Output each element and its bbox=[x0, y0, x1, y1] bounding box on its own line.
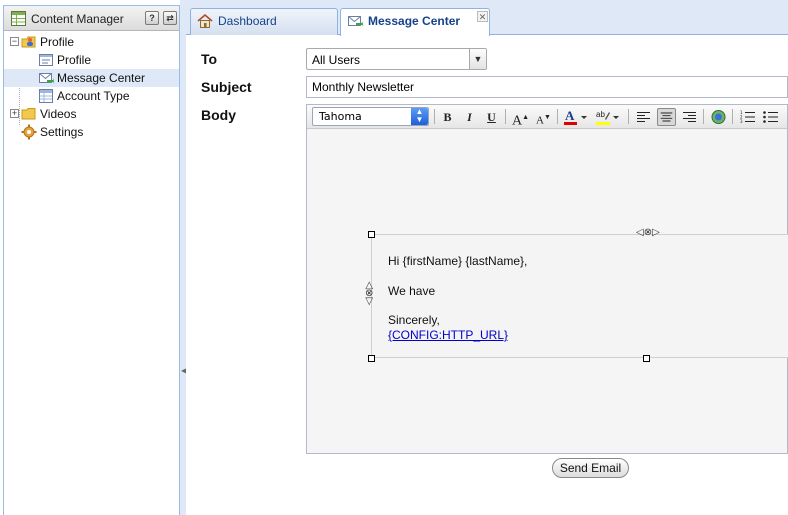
ordered-list-icon[interactable]: 123 bbox=[738, 108, 757, 126]
increase-font-button[interactable]: A▲ bbox=[511, 108, 530, 129]
closing-line: Sincerely, bbox=[388, 313, 440, 327]
tree-item-account-type[interactable]: Account Type bbox=[4, 87, 179, 105]
font-family-value: Tahoma bbox=[319, 110, 362, 123]
tab-strip: Dashboard Message Center ✕ bbox=[186, 0, 788, 36]
expand-toggle-icon[interactable]: + bbox=[10, 109, 19, 118]
send-email-button[interactable]: Send Email bbox=[552, 458, 629, 478]
tree-item-videos[interactable]: + Videos bbox=[4, 105, 179, 123]
html-editor: Tahoma ▲ ▼ B I U A▲ A▼ A ab 1 2 3 Hi {fi… bbox=[306, 104, 788, 454]
svg-text:ab: ab bbox=[596, 110, 605, 119]
resize-handle-bottom[interactable] bbox=[643, 355, 650, 362]
message-form: To All Users ▼ Subject Body Tahoma ▲▼ B … bbox=[186, 36, 788, 515]
toolbar-separator bbox=[434, 109, 435, 124]
gear-icon bbox=[21, 124, 37, 140]
help-button[interactable]: ? bbox=[145, 11, 159, 25]
row-move-icon[interactable]: △ ⊗ ▽ bbox=[365, 281, 373, 307]
tree-item-label: Profile bbox=[57, 53, 92, 67]
refresh-icon: ⇄ bbox=[166, 13, 174, 23]
tree-item-label: Profile bbox=[40, 35, 75, 49]
mail-send-icon bbox=[348, 16, 363, 27]
subject-label: Subject bbox=[201, 79, 252, 95]
resize-handle-bottom-left[interactable] bbox=[368, 355, 375, 362]
recipient-select[interactable]: All Users ▼ bbox=[306, 48, 487, 70]
resize-handle-top-left[interactable] bbox=[368, 231, 375, 238]
editor-content[interactable]: Hi {firstName} {lastName}, We have Since… bbox=[307, 130, 788, 450]
bold-button[interactable]: B bbox=[438, 108, 457, 126]
tree-item-label: Message Center bbox=[57, 71, 146, 85]
tree-item-profile-folder[interactable]: − Profile bbox=[4, 33, 179, 51]
tab-message-center[interactable]: Message Center ✕ bbox=[340, 8, 490, 36]
font-color-icon[interactable]: A bbox=[563, 108, 591, 126]
tree-item-message-center[interactable]: Message Center bbox=[4, 69, 179, 87]
grow-font-icon: A bbox=[511, 113, 523, 129]
refresh-button[interactable]: ⇄ bbox=[163, 11, 177, 25]
tree-item-label: Account Type bbox=[57, 89, 130, 103]
align-center-icon[interactable] bbox=[657, 108, 676, 126]
shrink-font-icon: A bbox=[536, 114, 544, 127]
column-move-icon[interactable]: ◁⊗▷ bbox=[636, 227, 660, 238]
body-line: We have bbox=[388, 284, 436, 298]
to-label: To bbox=[201, 51, 218, 67]
recipient-value: All Users bbox=[312, 53, 361, 67]
body-label: Body bbox=[201, 107, 236, 123]
home-icon bbox=[197, 13, 213, 28]
tree-item-settings[interactable]: Settings bbox=[4, 123, 179, 141]
tree-item-label: Videos bbox=[40, 107, 77, 121]
toolbar-separator bbox=[557, 109, 558, 124]
content-manager-panel: Content Manager ? ⇄ − Profile Profile Me… bbox=[3, 5, 180, 515]
form-icon bbox=[39, 54, 53, 66]
font-family-select[interactable]: Tahoma ▲ ▼ bbox=[312, 107, 429, 126]
config-url-link[interactable]: {CONFIG:HTTP_URL} bbox=[388, 328, 508, 342]
panel-header: Content Manager ? ⇄ bbox=[4, 6, 179, 31]
italic-button[interactable]: I bbox=[460, 108, 479, 126]
folder-icon bbox=[21, 108, 36, 120]
align-right-icon[interactable] bbox=[680, 108, 699, 126]
mail-send-icon bbox=[39, 73, 54, 84]
toolbar-separator bbox=[703, 109, 704, 124]
bullet-list-icon[interactable] bbox=[761, 108, 780, 126]
tab-dashboard[interactable]: Dashboard bbox=[190, 8, 338, 35]
question-icon: ? bbox=[149, 13, 155, 23]
updown-arrow-icon[interactable]: ▲ ▼ bbox=[411, 108, 428, 125]
message-table[interactable]: Hi {firstName} {lastName}, We have Since… bbox=[371, 234, 788, 358]
tree-item-profile[interactable]: Profile bbox=[4, 51, 179, 69]
greeting-line: Hi {firstName} {lastName}, bbox=[388, 254, 528, 268]
tab-label: Dashboard bbox=[218, 14, 277, 28]
tab-label: Message Center bbox=[368, 14, 461, 28]
close-icon[interactable]: ✕ bbox=[477, 11, 488, 22]
table-icon bbox=[39, 89, 53, 103]
tree-item-label: Settings bbox=[40, 125, 84, 139]
folder-user-icon bbox=[21, 36, 36, 48]
panel-title: Content Manager bbox=[31, 12, 124, 26]
decrease-font-button[interactable]: A▼ bbox=[534, 108, 553, 127]
table-icon bbox=[11, 11, 26, 26]
svg-text:A: A bbox=[565, 108, 575, 123]
toolbar-separator bbox=[505, 109, 506, 124]
underline-button[interactable]: U bbox=[482, 108, 501, 126]
toolbar-separator bbox=[628, 109, 629, 124]
chevron-down-icon[interactable]: ▼ bbox=[469, 49, 486, 69]
link-globe-icon[interactable] bbox=[709, 108, 728, 126]
highlight-color-icon[interactable]: ab bbox=[595, 108, 623, 126]
collapse-toggle-icon[interactable]: − bbox=[10, 37, 19, 46]
editor-toolbar: Tahoma ▲ ▼ B I U A▲ A▼ A ab 1 2 3 bbox=[307, 105, 787, 129]
align-left-icon[interactable] bbox=[634, 108, 653, 126]
subject-input[interactable] bbox=[306, 76, 788, 98]
toolbar-separator bbox=[732, 109, 733, 124]
svg-text:3: 3 bbox=[740, 119, 743, 124]
